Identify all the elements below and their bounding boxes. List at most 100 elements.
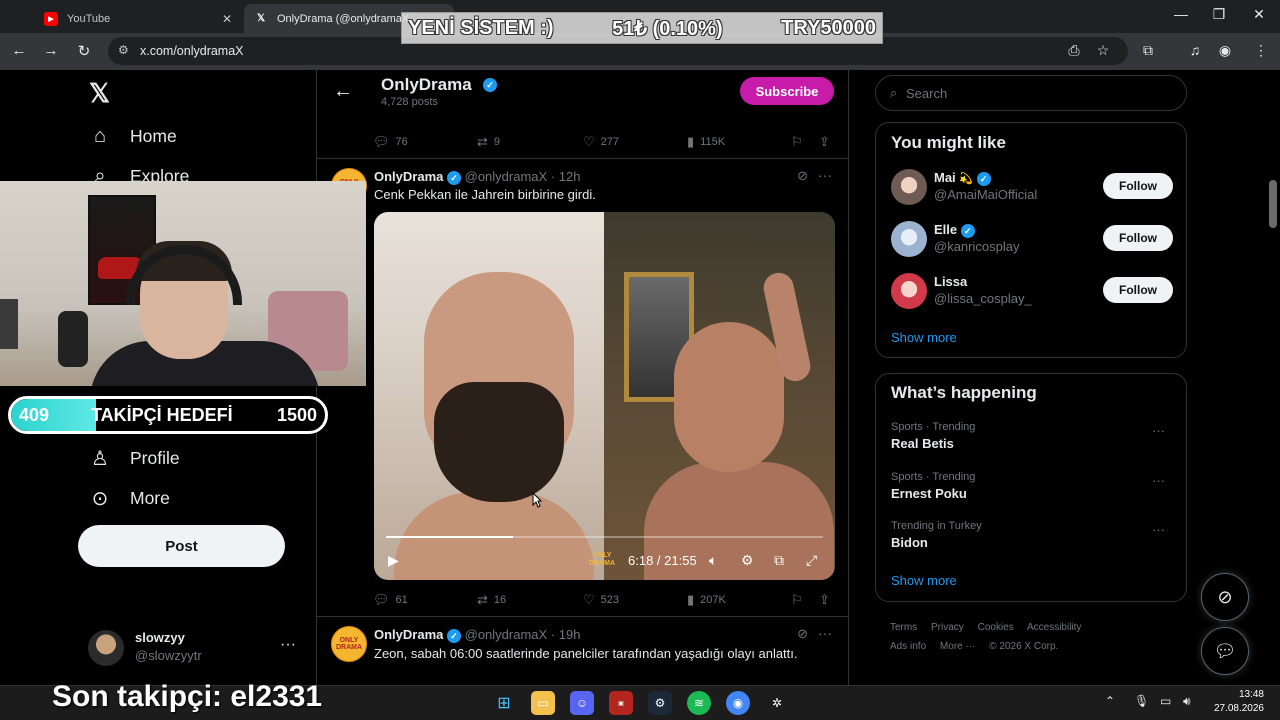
trend-item[interactable]: Trending in Turkey Bidon ··· bbox=[891, 520, 1173, 556]
avatar[interactable] bbox=[891, 169, 927, 205]
back-arrow-icon[interactable]: ← bbox=[333, 80, 353, 103]
close-tab-icon[interactable]: ✕ bbox=[222, 12, 232, 26]
close-window-icon[interactable]: ✕ bbox=[1244, 6, 1274, 23]
microphone-icon[interactable]: 🎙︎ bbox=[1134, 694, 1149, 708]
video-right-panel bbox=[604, 212, 835, 580]
share-button[interactable]: ⇪ bbox=[819, 592, 830, 608]
steam-icon[interactable]: ⚙ bbox=[648, 691, 672, 715]
trend-item[interactable]: Sports · Trending Ernest Poku ··· bbox=[891, 471, 1173, 507]
volume-icon[interactable]: 🔈︎ bbox=[709, 552, 717, 569]
minimize-icon[interactable]: — bbox=[1166, 6, 1196, 22]
more-dots-icon[interactable]: ··· bbox=[1152, 423, 1165, 438]
extensions-icon[interactable]: ⧉ bbox=[1137, 42, 1159, 59]
footer-link[interactable]: Cookies bbox=[978, 622, 1014, 633]
bookmark-button[interactable]: ⚐ bbox=[791, 134, 803, 150]
footer-link[interactable]: Terms bbox=[890, 622, 917, 633]
reply-button[interactable]: 💬︎ 76 bbox=[373, 134, 408, 150]
media-control-icon[interactable]: ♫ bbox=[1184, 42, 1206, 58]
author-name[interactable]: OnlyDrama bbox=[374, 169, 443, 184]
reload-icon[interactable]: ↻ bbox=[73, 42, 95, 60]
spotify-icon[interactable]: ≋ bbox=[687, 691, 711, 715]
show-more-link[interactable]: Show more bbox=[891, 330, 957, 345]
account-handle: @slowzyytr bbox=[135, 648, 202, 663]
video-progress-bar[interactable] bbox=[386, 536, 823, 538]
maximize-icon[interactable]: ❐ bbox=[1204, 6, 1234, 23]
bookmark-star-icon[interactable]: ☆ bbox=[1092, 42, 1114, 59]
repost-button[interactable]: ⇄ 9 bbox=[477, 134, 500, 150]
taskbar-clock[interactable]: 13:48 27.08.2026 bbox=[1208, 688, 1264, 716]
settings-gear-icon[interactable]: ⚙ bbox=[741, 552, 754, 569]
suggestion-item[interactable]: Elle ✓ @kanricosplay Follow bbox=[891, 219, 1173, 259]
grok-float-button[interactable]: ⊘ bbox=[1201, 573, 1249, 621]
repost-button[interactable]: ⇄ 16 bbox=[477, 592, 506, 608]
avatar[interactable]: ONLY DRAMA bbox=[331, 626, 367, 662]
picture-in-picture-icon[interactable]: ⧉ bbox=[774, 552, 784, 569]
messages-float-button[interactable]: 💬︎ bbox=[1201, 627, 1249, 675]
windows-start-icon[interactable]: ⊞ bbox=[492, 691, 516, 715]
footer-link[interactable]: Accessibility bbox=[1027, 622, 1081, 633]
tray-expand-icon[interactable]: ⌃ bbox=[1105, 694, 1115, 708]
views-button[interactable]: ▮ 207K bbox=[687, 592, 726, 608]
goal-target: 1500 bbox=[276, 405, 317, 425]
nav-home[interactable]: ⌂ Home bbox=[88, 125, 177, 148]
suggestion-item[interactable]: Lissa @lissa_cosplay_ Follow bbox=[891, 271, 1173, 311]
tab-youtube[interactable]: ▶ YouTube ✕ bbox=[34, 4, 240, 33]
avatar[interactable] bbox=[891, 221, 927, 257]
nav-profile[interactable]: ♙ Profile bbox=[88, 446, 180, 471]
reply-button[interactable]: 💬︎ 61 bbox=[373, 592, 408, 608]
footer-link[interactable]: Ads info bbox=[890, 641, 926, 652]
site-info-icon[interactable]: ⚙ bbox=[118, 43, 129, 57]
like-button[interactable]: ♡ 523 bbox=[583, 592, 619, 608]
author-name[interactable]: OnlyDrama bbox=[374, 627, 443, 642]
more-dots-icon[interactable]: ··· bbox=[818, 167, 832, 183]
more-dots-icon[interactable]: ··· bbox=[1152, 522, 1165, 537]
video-player[interactable]: ▶ ONLY DRAMA 6:18 / 21:55 🔈︎ ⚙ ⧉ ⤢ bbox=[374, 212, 835, 580]
fullscreen-icon[interactable]: ⤢ bbox=[806, 552, 817, 569]
post-button[interactable]: Post bbox=[78, 525, 285, 567]
trend-item[interactable]: Sports · Trending Real Betis ··· bbox=[891, 421, 1173, 457]
volume-icon[interactable]: 🔊︎ bbox=[1183, 694, 1191, 709]
footer-link[interactable]: More ··· bbox=[940, 641, 976, 652]
grok-icon[interactable]: ⊘ bbox=[797, 626, 808, 642]
x-logo-icon[interactable]: 𝕏 bbox=[89, 78, 110, 109]
follow-button[interactable]: Follow bbox=[1103, 277, 1173, 303]
file-explorer-icon[interactable]: ▭ bbox=[531, 691, 555, 715]
bookmark-icon: ⚐ bbox=[791, 134, 803, 149]
repost-icon: ⇄ bbox=[477, 134, 488, 149]
scrollbar-thumb[interactable] bbox=[1269, 180, 1277, 228]
network-icon[interactable]: ▭ bbox=[1160, 694, 1171, 708]
nav-label: Profile bbox=[130, 448, 180, 468]
share-button[interactable]: ⇪ bbox=[819, 134, 830, 150]
suggestion-item[interactable]: Mai 💫 ✓ @AmaiMaiOfficial Follow bbox=[891, 167, 1173, 207]
install-app-icon[interactable]: ⎙ bbox=[1063, 42, 1085, 59]
more-dots-icon[interactable]: ··· bbox=[1152, 473, 1165, 488]
discord-icon[interactable]: ☺ bbox=[570, 691, 594, 715]
play-icon[interactable]: ▶ bbox=[388, 552, 399, 569]
profile-avatar-icon[interactable]: ◉ bbox=[1214, 42, 1236, 59]
account-switcher[interactable]: slowzyy @slowzyytr ··· bbox=[88, 628, 304, 668]
search-input[interactable]: ⌕ Search bbox=[875, 75, 1187, 111]
nav-more[interactable]: ⊙ More bbox=[88, 486, 170, 511]
footer-link[interactable]: Privacy bbox=[931, 622, 964, 633]
tweet[interactable]: ONLY DRAMA OnlyDrama ✓ @onlydramaX · 19h… bbox=[317, 616, 848, 685]
follow-button[interactable]: Follow bbox=[1103, 173, 1173, 199]
bookmark-button[interactable]: ⚐ bbox=[791, 592, 803, 608]
chrome-icon[interactable]: ◉ bbox=[726, 691, 750, 715]
subscribe-button[interactable]: Subscribe bbox=[740, 77, 834, 105]
forward-icon[interactable]: → bbox=[40, 42, 62, 59]
trend-name: Ernest Poku bbox=[891, 486, 967, 501]
app-icon[interactable]: ✲ bbox=[765, 691, 789, 715]
back-icon[interactable]: ← bbox=[8, 42, 30, 59]
scrollbar[interactable] bbox=[1266, 70, 1280, 685]
like-button[interactable]: ♡ 277 bbox=[583, 134, 619, 150]
voice-app-icon[interactable]: ▣ bbox=[609, 691, 633, 715]
views-button[interactable]: ▮ 115K bbox=[687, 134, 725, 150]
grok-icon[interactable]: ⊘ bbox=[797, 168, 808, 184]
more-dots-icon[interactable]: ··· bbox=[818, 625, 832, 641]
verified-badge-icon: ✓ bbox=[483, 78, 497, 92]
avatar[interactable] bbox=[891, 273, 927, 309]
chrome-menu-icon[interactable]: ⋮ bbox=[1250, 42, 1272, 59]
account-name: slowzyy bbox=[135, 630, 185, 645]
show-more-link[interactable]: Show more bbox=[891, 573, 957, 588]
follow-button[interactable]: Follow bbox=[1103, 225, 1173, 251]
